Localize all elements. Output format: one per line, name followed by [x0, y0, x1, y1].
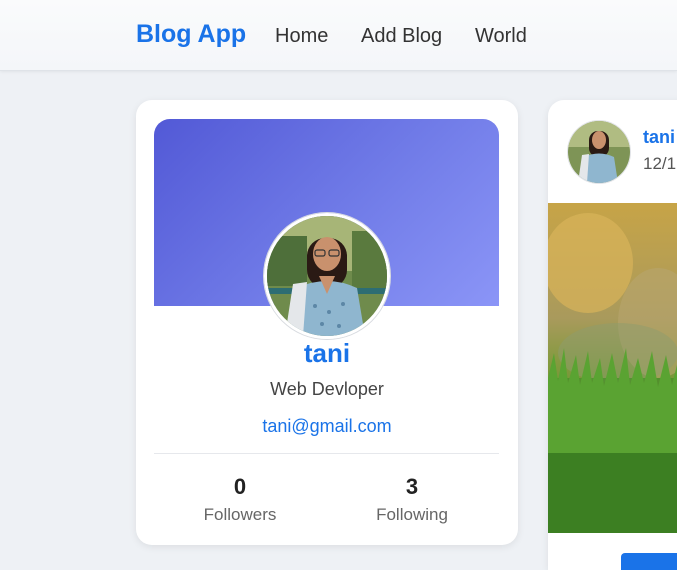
nav-link-add-blog[interactable]: Add Blog [361, 25, 442, 48]
post-author-name[interactable]: tani [643, 127, 675, 148]
profile-divider [154, 453, 499, 454]
profile-card: tani Web Devloper tani@gmail.com 0 Follo… [136, 100, 518, 545]
brand-logo[interactable]: Blog App [136, 20, 246, 49]
nav-link-world[interactable]: World [475, 25, 527, 48]
profile-name: tani [303, 338, 351, 368]
post-author-avatar[interactable] [567, 120, 631, 184]
post-image [548, 203, 677, 533]
profile-avatar [264, 213, 390, 339]
post-card: tani 12/1 [548, 100, 677, 570]
post-action-button[interactable] [621, 553, 677, 570]
profile-email-link[interactable]: tani@gmail.com [136, 416, 518, 437]
nav-link-home[interactable]: Home [275, 25, 328, 48]
followers-label: Followers [203, 505, 277, 524]
navbar: Blog App Home Add Blog World [0, 0, 677, 71]
profile-bio: Web Devloper [270, 379, 384, 399]
post-date: 12/1 [643, 154, 677, 173]
followers-count: 0 [233, 474, 247, 499]
following-count: 3 [405, 474, 419, 499]
following-label: Following [376, 505, 448, 524]
